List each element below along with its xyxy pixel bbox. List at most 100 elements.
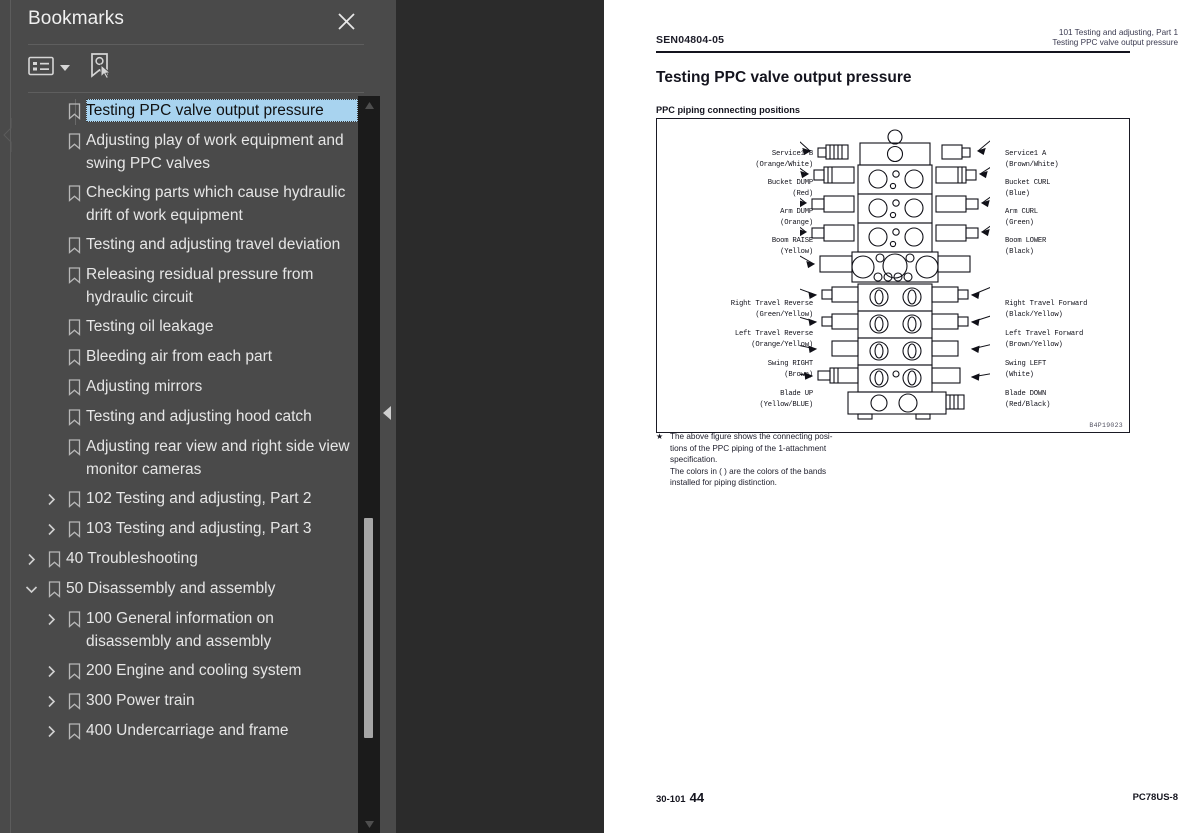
bookmark-icon (62, 345, 86, 369)
figure-label-right-upper-1-color: (Blue) (1005, 189, 1030, 198)
bookmark-icon (62, 99, 86, 123)
chevron-right-icon[interactable] (40, 689, 62, 713)
figure-label-right-lower-3-color: (Red/Black) (1005, 400, 1051, 409)
bookmark-item[interactable]: Bleeding air from each part (0, 342, 358, 372)
bookmark-item[interactable]: 50 Disassembly and assembly (0, 574, 358, 604)
figure-label-left-lower-0-color: (Green/Yellow) (755, 310, 813, 319)
bookmark-item[interactable]: 100 General information on disassembly a… (0, 604, 358, 656)
figure-label-right-upper-2-color: (Green) (1005, 218, 1034, 227)
pdf-viewer-area: SEN04804-05 101 Testing and adjusting, P… (396, 0, 1200, 833)
bookmark-item-label: Testing and adjusting hood catch (86, 408, 312, 425)
figure-label-left-lower-3-color: (Yellow/BLUE) (759, 400, 814, 409)
bookmark-icon (42, 577, 66, 601)
page-header-section-line2: Testing PPC valve output pressure (1052, 38, 1178, 47)
bookmark-item-label: Adjusting mirrors (86, 378, 203, 395)
figure-label-right-lower-1-name: Left Travel Forward (1005, 330, 1084, 338)
footer-page-number: 44 (689, 790, 705, 805)
bookmark-icon (62, 263, 86, 287)
figure-ppc-piping: Service1 B (Orange/White) Bucket DUMP (R… (656, 118, 1130, 433)
bookmark-item[interactable]: 200 Engine and cooling system (0, 656, 358, 686)
bookmark-item-label: 100 General information on disassembly a… (86, 610, 274, 650)
pdf-reader-window: Bookmarks Testing PPC valve output press… (0, 0, 1200, 833)
footer-section-number: 30-101 (656, 794, 686, 805)
bookmark-item[interactable]: 103 Testing and adjusting, Part 3 (0, 514, 358, 544)
bookmark-item[interactable]: Checking parts which cause hydraulic dri… (0, 178, 358, 230)
chevron-right-icon[interactable] (40, 659, 62, 683)
figure-label-right-lower-2-color: (White) (1005, 370, 1034, 379)
chevron-right-icon[interactable] (40, 607, 62, 631)
bookmark-item-label: 300 Power train (86, 692, 195, 709)
bookmark-item-label: Bleeding air from each part (86, 348, 273, 365)
figure-label-left-upper-0-name: Service1 B (771, 150, 813, 158)
figure-label-left-lower-2-name: Swing RIGHT (767, 360, 813, 368)
collapse-panel-arrow-icon[interactable] (383, 406, 391, 420)
bookmark-item[interactable]: Testing PPC valve output pressure (0, 96, 358, 126)
page-header-section-line1: 101 Testing and adjusting, Part 1 (1058, 28, 1178, 37)
page-header-document-code: SEN04804-05 (656, 34, 725, 46)
page-title: Testing PPC valve output pressure (656, 69, 912, 86)
figure-label-right-lower-0-name: Right Travel Forward (1005, 300, 1088, 308)
bookmark-item[interactable]: 400 Undercarriage and frame (0, 716, 358, 746)
bookmark-icon (62, 233, 86, 257)
bookmark-item[interactable]: Adjusting play of work equipment and swi… (0, 126, 358, 178)
note-line-1: The above figure shows the connecting po… (670, 432, 833, 441)
bookmark-list-options-button[interactable] (28, 54, 70, 82)
bookmark-item[interactable]: 40 Troubleshooting (0, 544, 358, 574)
bookmark-item[interactable]: 102 Testing and adjusting, Part 2 (0, 484, 358, 514)
bookmark-item[interactable]: Adjusting mirrors (0, 372, 358, 402)
page-header-rule (656, 51, 1130, 53)
bookmark-icon (62, 405, 86, 429)
note-line-2: tions of the PPC piping of the 1-attachm… (670, 443, 827, 453)
figure-label-left-upper-2-color: (Orange) (780, 218, 813, 227)
figure-label-right-lower-1-color: (Brown/Yellow) (1005, 340, 1063, 349)
bookmark-icon (62, 607, 86, 631)
bookmark-item[interactable]: Releasing residual pressure from hydraul… (0, 260, 358, 312)
bookmark-item[interactable]: Testing and adjusting hood catch (0, 402, 358, 432)
scroll-down-arrow-icon[interactable] (358, 815, 380, 833)
pdf-page: SEN04804-05 101 Testing and adjusting, P… (604, 0, 1200, 833)
note-line-4: The colors in ( ) are the colors of the … (670, 466, 827, 476)
bookmark-item-label: 50 Disassembly and assembly (66, 580, 276, 597)
bookmark-item[interactable]: 300 Power train (0, 686, 358, 716)
bookmark-item[interactable]: Testing and adjusting travel deviation (0, 230, 358, 260)
bookmark-item[interactable]: Adjusting rear view and right side view … (0, 432, 358, 484)
bookmark-item-label: Adjusting rear view and right side view … (86, 438, 350, 478)
control-valve-assembly-drawing (800, 129, 990, 420)
bookmark-item-label: Testing oil leakage (86, 318, 214, 335)
add-bookmark-button[interactable] (88, 52, 114, 85)
scroll-up-arrow-icon[interactable] (358, 96, 380, 114)
figure-label-left-upper-1-color: (Red) (792, 189, 813, 198)
chevron-right-icon[interactable] (40, 719, 62, 743)
figure-label-left-upper-3-name: Boom RAISE (771, 237, 813, 245)
page-footer-left: 30-101 44 (656, 790, 704, 805)
figure-label-left-upper-1-name: Bucket DUMP (767, 179, 813, 187)
bookmark-icon (62, 487, 86, 511)
figure-label-left-lower-1-color: (Orange/Yellow) (751, 340, 813, 349)
figure-label-left-lower-3-name: Blade UP (780, 390, 813, 398)
bookmarks-scrollbar[interactable] (358, 96, 380, 833)
page-header-section: 101 Testing and adjusting, Part 1 Testin… (1052, 28, 1178, 48)
note-star-icon: ★ (656, 432, 664, 441)
bookmark-item[interactable]: Testing oil leakage (0, 312, 358, 342)
bookmark-item-label: 103 Testing and adjusting, Part 3 (86, 520, 312, 537)
chevron-right-icon[interactable] (40, 487, 62, 511)
figure-label-right-upper-3-name: Boom LOWER (1005, 237, 1047, 245)
bookmark-item-label: Testing PPC valve output pressure (86, 99, 358, 122)
figure-label-left-upper-2-name: Arm DUMP (780, 208, 813, 216)
chevron-down-icon[interactable] (20, 577, 42, 601)
chevron-right-icon[interactable] (20, 547, 42, 571)
close-icon[interactable] (330, 6, 362, 36)
add-bookmark-icon (88, 52, 114, 85)
figure-label-left-lower-1-name: Left Travel Reverse (734, 330, 813, 338)
figure-label-right-lower-0-color: (Black/Yellow) (1005, 310, 1063, 319)
bookmarks-tree[interactable]: Testing PPC valve output pressure Adjusti… (0, 96, 358, 833)
bookmark-icon (62, 375, 86, 399)
figure-label-right-upper-0-color: (Brown/White) (1005, 160, 1059, 169)
figure-label-right-lower-3-name: Blade DOWN (1005, 390, 1047, 398)
scrollbar-thumb[interactable] (364, 518, 373, 738)
chevron-right-icon[interactable] (40, 517, 62, 541)
bookmark-icon (62, 181, 86, 205)
bookmark-item-label: Releasing residual pressure from hydraul… (86, 266, 314, 306)
figure-label-right-upper-2-name: Arm CURL (1005, 208, 1038, 216)
bookmarks-panel-header: Bookmarks (0, 0, 380, 44)
